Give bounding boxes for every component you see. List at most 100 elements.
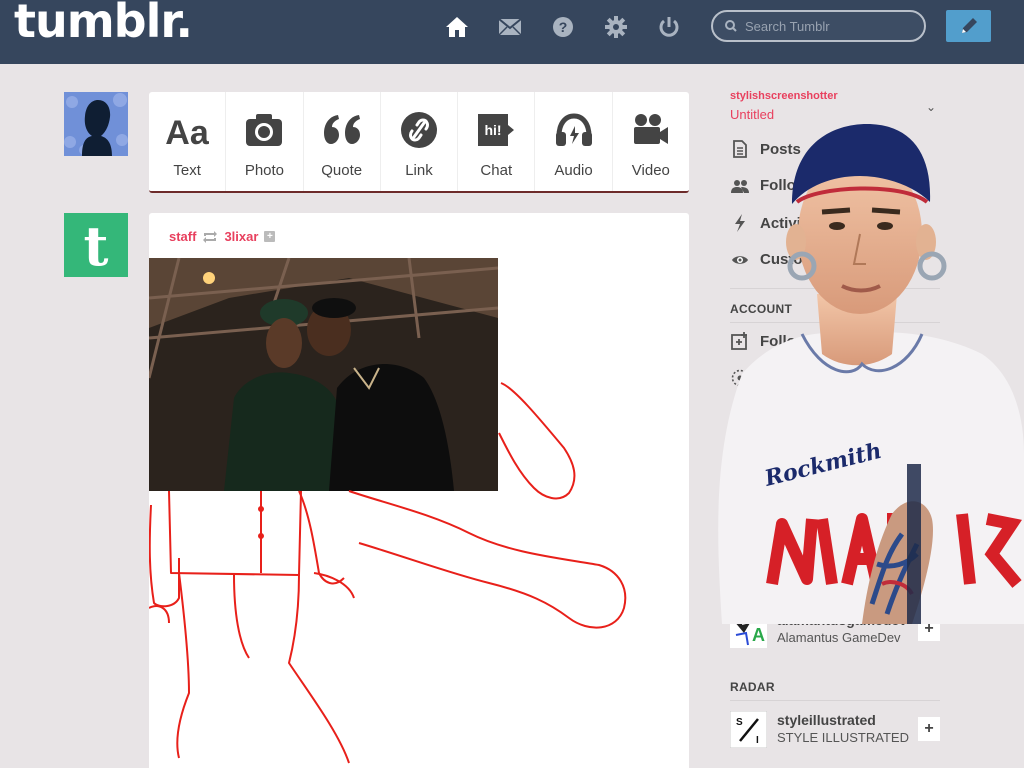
camera-icon <box>244 110 284 150</box>
svg-text:S: S <box>736 717 743 728</box>
compose-post-button[interactable] <box>946 10 991 42</box>
blog-name-link[interactable]: stylishscreenshotter <box>730 90 838 102</box>
blog-thumbnail: SI <box>730 711 767 748</box>
search-input[interactable] <box>745 17 915 35</box>
post-text-label: Text <box>173 162 201 179</box>
follow-plus-button[interactable]: + <box>918 509 940 533</box>
sidebar-item-following-blogs[interactable]: Following blogs <box>730 332 874 350</box>
staff-avatar[interactable]: t <box>64 213 128 277</box>
post-type-bar: Aa Text Photo Quote Link hi! Chat Audio … <box>149 92 689 193</box>
post-audio-button[interactable]: Audio <box>535 92 613 191</box>
svg-text:Aa: Aa <box>165 114 210 148</box>
post-audio-label: Audio <box>554 162 593 179</box>
blog-title: Medium Aevum <box>777 522 867 537</box>
sidebar-item-posts[interactable]: Posts <box>730 140 801 158</box>
blog-title: Commenting Things <box>777 576 894 591</box>
post-video-button[interactable]: Video <box>613 92 689 191</box>
tumblr-logo[interactable]: tumblr. <box>14 0 193 48</box>
post-quote-button[interactable]: Quote <box>304 92 381 191</box>
post-text-button[interactable]: Aa Text <box>149 92 227 191</box>
post-video-label: Video <box>631 162 670 179</box>
recommended-blog-item[interactable]: A alamantusgamedev Alamantus GameDev + <box>730 611 940 651</box>
home-icon[interactable] <box>444 14 470 40</box>
quote-icon <box>320 110 364 150</box>
blog-name: mediumaevum <box>777 504 876 520</box>
blog-thumbnail <box>730 557 767 594</box>
follow-plus-button[interactable]: + <box>918 563 940 587</box>
follow-plus-button[interactable]: + <box>918 455 940 479</box>
svg-text:A: A <box>752 625 765 645</box>
post-chat-label: Chat <box>480 162 513 179</box>
radar-heading: RADAR <box>730 680 775 694</box>
sidebar-item-label: Customize <box>760 251 836 268</box>
blog-title: Untitled <box>730 107 775 122</box>
sidebar-divider <box>730 322 940 323</box>
chevron-right-icon: › <box>930 371 935 387</box>
help-icon[interactable]: ? <box>550 14 576 40</box>
following-add-icon <box>730 332 750 350</box>
follow-plus-button[interactable]: + <box>918 617 940 641</box>
sidebar-divider <box>730 288 940 289</box>
user-avatar[interactable] <box>64 92 128 156</box>
blog-thumbnail <box>730 449 767 486</box>
post-link-label: Link <box>405 162 433 179</box>
eye-icon <box>730 254 750 266</box>
lightning-icon <box>730 214 750 232</box>
sidebar-item-find-blogs[interactable]: Find Blogs <box>730 369 838 387</box>
power-logout-icon[interactable] <box>656 14 682 40</box>
svg-text:hi!: hi! <box>485 122 502 138</box>
radar-blog-item[interactable]: SI styleillustrated STYLE ILLUSTRATED + <box>730 711 940 751</box>
post-link-button[interactable]: Link <box>381 92 459 191</box>
sidebar-item-label: Posts <box>760 140 801 158</box>
sidebar-item-customize[interactable]: Customize <box>730 251 836 268</box>
sidebar-divider <box>730 700 940 701</box>
blog-title: Alamantus GameDev <box>777 630 901 645</box>
account-heading: ACCOUNT <box>730 302 793 316</box>
headphones-icon <box>554 110 594 150</box>
post-quote-label: Quote <box>321 162 363 179</box>
compass-icon <box>730 369 750 387</box>
blog-name: alamantusgamedev <box>777 612 907 628</box>
chat-bubble-icon: hi! <box>476 110 516 150</box>
sidebar-item-label: Find Blogs <box>760 369 838 387</box>
recommended-blog-item[interactable]: mlboffseason MLB Off-Season + <box>730 449 940 489</box>
text-aa-icon: Aa <box>163 110 211 150</box>
blog-name: commentingthings <box>777 558 903 574</box>
blog-title: STYLE ILLUSTRATED <box>777 730 909 745</box>
recommended-blog-item[interactable]: commentingthings Commenting Things + <box>730 557 940 597</box>
document-icon <box>730 140 750 158</box>
blog-switcher-chevron-icon[interactable]: ⌄ <box>926 100 936 114</box>
post-chat-button[interactable]: hi! Chat <box>458 92 536 191</box>
blog-name: styleillustrated <box>777 712 876 728</box>
svg-text:I: I <box>756 735 759 746</box>
followers-icon <box>730 179 750 193</box>
blog-title: MLB Off-Season <box>777 468 873 483</box>
inbox-mail-icon[interactable] <box>497 14 523 40</box>
follow-plus-button[interactable]: + <box>918 717 940 741</box>
sidebar-divider <box>730 440 940 441</box>
blog-thumbnail: A <box>730 611 767 648</box>
sidebar-item-label: Followers <box>760 177 831 194</box>
link-icon <box>400 110 438 150</box>
video-camera-icon <box>631 110 671 150</box>
sidebar-item-followers[interactable]: Followers <box>730 177 830 194</box>
blog-name: mlboffseason <box>777 450 869 466</box>
svg-text:?: ? <box>559 19 568 35</box>
blog-thumbnail <box>730 503 767 540</box>
sidebar-item-activity[interactable]: Activity <box>730 214 814 232</box>
chevron-right-icon: › <box>930 334 935 350</box>
sidebar-item-label: Activity <box>760 214 815 232</box>
search-icon <box>725 20 737 32</box>
red-doodle-drawing <box>149 382 627 764</box>
search-box[interactable] <box>711 10 926 42</box>
pencil-icon <box>961 18 977 33</box>
top-header: tumblr. ? <box>0 0 1024 64</box>
svg-text:t: t <box>84 214 109 277</box>
recommended-heading: RECOMMENDED BLOGS <box>730 420 878 434</box>
settings-gear-icon[interactable] <box>603 14 629 40</box>
post-photo-button[interactable]: Photo <box>226 92 304 191</box>
dashboard-post: staff 3lixar + <box>149 213 689 768</box>
sidebar-item-label: Following blogs <box>760 332 875 350</box>
post-photo-label: Photo <box>244 162 285 179</box>
recommended-blog-item[interactable]: mediumaevum Medium Aevum + <box>730 503 940 543</box>
